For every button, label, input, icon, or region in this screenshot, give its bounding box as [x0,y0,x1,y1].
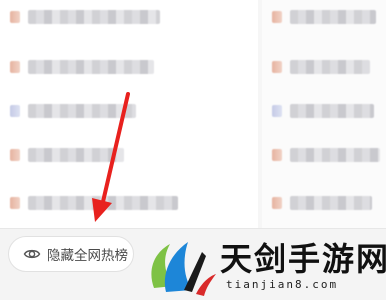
watermark-site-url: tianjian8.com [226,278,339,291]
list-item-thumb [10,149,20,161]
list-item-text-blurred [290,148,380,162]
watermark-brand-text: 天剑手游网 [220,240,386,278]
list-item[interactable] [262,188,386,216]
list-item-text-blurred [28,60,154,74]
list-item-thumb [272,197,282,209]
list-item-thumb [10,61,20,73]
list-item-thumb [272,61,282,73]
hot-list-panel [0,0,258,228]
list-item-text-blurred [28,10,160,24]
list-item[interactable] [262,2,386,30]
hide-hot-list-button[interactable]: 隐藏全网热榜 [8,236,134,272]
side-list-panel [262,0,386,228]
list-item-thumb [10,105,20,117]
list-item[interactable] [0,2,258,30]
list-item-text-blurred [290,196,372,210]
hide-hot-list-label: 隐藏全网热榜 [47,248,128,264]
list-item-text-blurred [28,196,178,210]
list-item-text-blurred [290,104,374,118]
screenshot-page: 隐藏全网热榜 天剑手游网 tianjian8.com [0,0,386,300]
list-item-text-blurred [28,104,136,118]
list-item-text-blurred [28,148,124,162]
list-item[interactable] [0,188,258,216]
list-item[interactable] [0,96,258,124]
list-item-thumb [10,11,20,23]
list-item-thumb [272,149,282,161]
list-item[interactable] [0,52,258,80]
list-item-text-blurred [290,10,376,24]
site-watermark: 天剑手游网 tianjian8.com [140,232,386,300]
list-item[interactable] [262,52,386,80]
eye-icon [23,245,41,263]
list-item-thumb [10,197,20,209]
list-item-thumb [272,11,282,23]
list-item[interactable] [262,96,386,124]
list-item-text-blurred [290,60,370,74]
list-item[interactable] [0,140,258,168]
tianjian-logo-icon [151,242,216,296]
list-item-thumb [272,105,282,117]
list-item[interactable] [262,140,386,168]
